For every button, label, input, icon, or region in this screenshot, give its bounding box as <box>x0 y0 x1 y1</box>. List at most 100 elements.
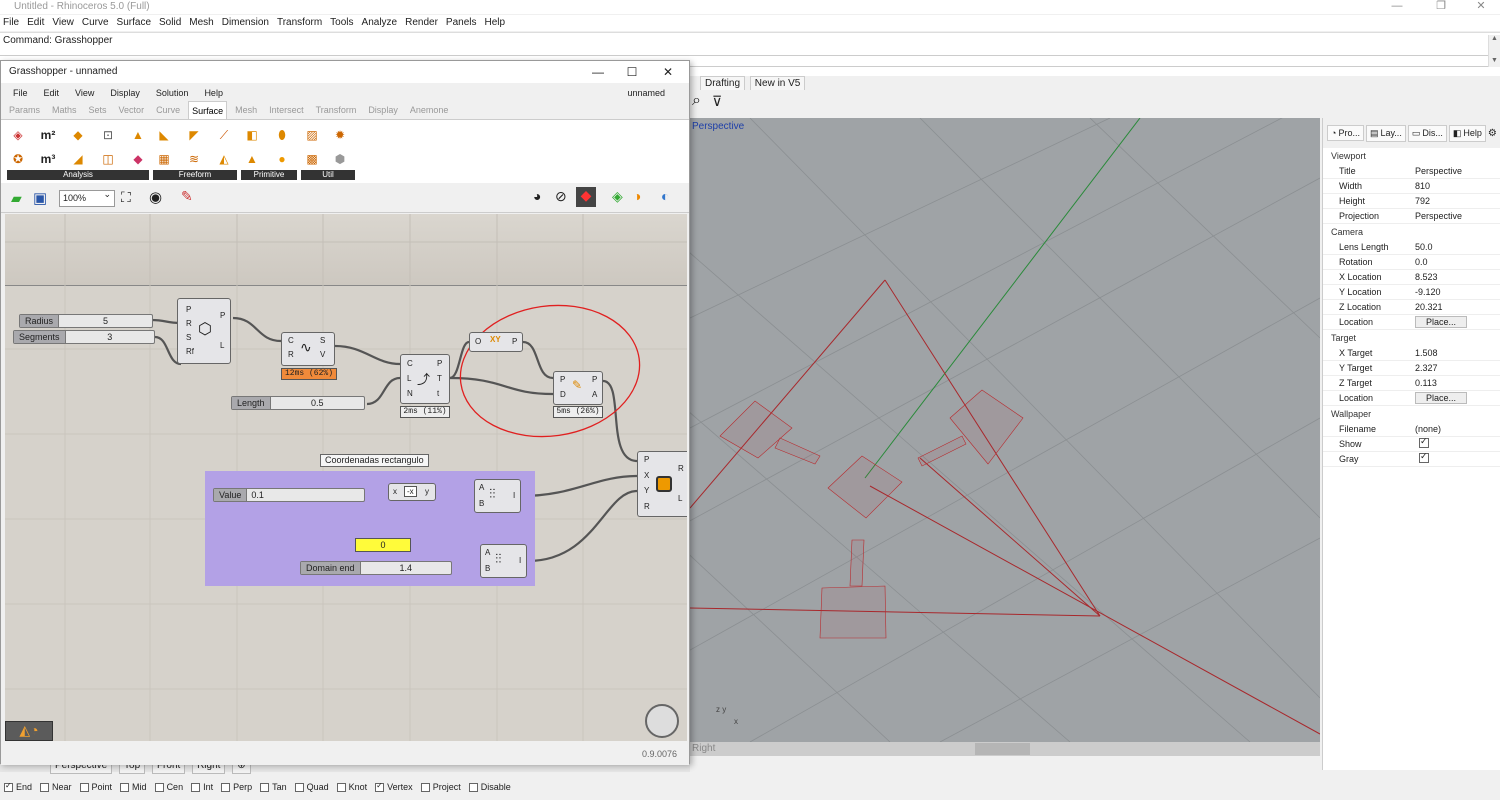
osnap-checkbox[interactable] <box>79 782 89 792</box>
gh-tab-maths[interactable]: Maths <box>52 101 77 119</box>
isotrim-icon[interactable]: ▩ <box>301 148 323 170</box>
gh-tab-curve[interactable]: Curve <box>156 101 180 119</box>
segments-slider[interactable]: Segments 3 <box>13 330 155 344</box>
gh-menu-display[interactable]: Display <box>110 85 140 101</box>
tab-layers[interactable]: ▤ Lay... <box>1365 124 1406 142</box>
zoom-select[interactable]: 100% <box>59 187 115 207</box>
gh-tab-display[interactable]: Display <box>368 101 398 119</box>
menu-tools[interactable]: Tools <box>330 15 359 31</box>
shape-icon[interactable]: ◆ <box>127 148 149 170</box>
gh-menu-view[interactable]: View <box>75 85 94 101</box>
domain-end-slider[interactable]: Domain end 1.4 <box>300 561 452 575</box>
prop-xloc-value[interactable]: 8.523 <box>1411 272 1500 282</box>
prop-projection-select[interactable]: Perspective <box>1411 211 1500 221</box>
menu-dimension[interactable]: Dimension <box>222 15 275 31</box>
divide-domain-icon[interactable]: ▨ <box>301 124 323 146</box>
osnap-tan[interactable]: Tan <box>260 782 287 792</box>
menu-help[interactable]: Help <box>485 15 512 31</box>
value-slider[interactable]: Value 0.1 <box>213 488 365 502</box>
preview-mode-icon[interactable]: ◕ <box>533 188 541 204</box>
menu-render[interactable]: Render <box>405 15 444 31</box>
tab-display[interactable]: ▭ Dis... <box>1407 124 1447 142</box>
extrude-icon[interactable]: ◤ <box>183 124 205 146</box>
osnap-checkbox[interactable] <box>191 782 201 792</box>
evaluate-icon[interactable]: ◆ <box>67 124 89 146</box>
tab-drafting[interactable]: Drafting <box>700 76 746 91</box>
osnap-knot[interactable]: Knot <box>336 782 367 792</box>
tab-help[interactable]: ◧ Help <box>1448 124 1486 142</box>
close-icon[interactable]: ✕ <box>1466 0 1496 13</box>
prop-lens-value[interactable]: 50.0 <box>1411 242 1500 252</box>
volume-icon[interactable]: m³ <box>37 148 59 170</box>
minimize-icon[interactable]: — <box>1382 0 1412 13</box>
recent-components-icon[interactable]: ◭◔ <box>5 721 53 741</box>
wireframe-icon[interactable]: ⊘ <box>555 188 567 205</box>
save-file-icon[interactable]: ▣ <box>33 189 47 207</box>
length-slider[interactable]: Length 0.5 <box>231 396 365 410</box>
gh-tab-surface[interactable]: Surface <box>188 101 228 119</box>
shaded-preview-icon[interactable]: ◆ <box>576 187 596 207</box>
viewport-right-title[interactable]: Right <box>692 743 715 754</box>
closest-point-icon[interactable]: ⊡ <box>97 124 119 146</box>
ribbon-label-primitive[interactable]: Primitive <box>241 170 297 180</box>
osnap-checkbox[interactable] <box>154 782 164 792</box>
osnap-checkbox[interactable] <box>420 782 430 792</box>
sweep-icon[interactable]: ⟋ <box>213 124 235 146</box>
camera-place-button[interactable]: Place... <box>1415 316 1468 328</box>
group-label[interactable]: Coordenadas rectangulo <box>320 454 429 467</box>
prop-yloc-value[interactable]: -9.120 <box>1411 287 1500 297</box>
dimensions-icon[interactable]: ◢ <box>67 148 89 170</box>
align-plane-component[interactable]: P D P A ✎ <box>553 371 603 405</box>
open-file-icon[interactable]: ▰ <box>11 190 22 207</box>
gh-menu-solution[interactable]: Solution <box>156 85 189 101</box>
viewport-right-thumb[interactable] <box>975 743 1030 755</box>
polygon-component[interactable]: P R S Rf P L ⬡ <box>177 298 231 364</box>
edge-surface-icon[interactable]: ≋ <box>183 148 205 170</box>
xy-plane-component[interactable]: O XY P <box>469 332 523 352</box>
gear-icon[interactable]: ⚙ <box>1488 128 1497 139</box>
gh-tab-mesh[interactable]: Mesh <box>235 101 257 119</box>
osnap-disable[interactable]: Disable <box>468 782 511 792</box>
osnap-project[interactable]: Project <box>420 782 461 792</box>
osnap-int[interactable]: Int <box>191 782 213 792</box>
menu-transform[interactable]: Transform <box>277 15 328 31</box>
maximize-icon[interactable]: ❐ <box>1426 0 1456 13</box>
rectangle-component[interactable]: P X Y R R L <box>637 451 687 517</box>
zoom-extents-icon[interactable]: ⛶ <box>121 189 131 206</box>
navigation-dial-icon[interactable] <box>645 704 679 738</box>
gh-canvas[interactable]: Coordenadas rectangulo Radius 5 Segments 3… <box>5 286 687 741</box>
osnap-checkbox[interactable] <box>294 782 304 792</box>
gh-tab-anemone[interactable]: Anemone <box>410 101 449 119</box>
prop-filename-value[interactable]: (none) <box>1411 424 1500 434</box>
scroll-up-icon[interactable]: ▲ <box>1488 35 1500 57</box>
osnap-mid[interactable]: Mid <box>120 782 147 792</box>
cap-holes-icon[interactable]: ⬢ <box>329 148 351 170</box>
show-checkbox[interactable] <box>1419 436 1429 448</box>
gh-tab-vector[interactable]: Vector <box>119 101 145 119</box>
prop-width-value[interactable]: 810 <box>1411 181 1500 191</box>
gh-menu-edit[interactable]: Edit <box>44 85 60 101</box>
sphere-icon[interactable]: ● <box>271 148 293 170</box>
cylinder-icon[interactable]: ⬮ <box>271 124 293 146</box>
osnap-checkbox[interactable] <box>336 782 346 792</box>
prop-zloc-value[interactable]: 20.321 <box>1411 302 1500 312</box>
prop-xtarget-value[interactable]: 1.508 <box>1411 348 1500 358</box>
gh-maximize-icon[interactable]: ☐ <box>615 61 649 83</box>
gh-tab-sets[interactable]: Sets <box>89 101 107 119</box>
ribbon-label-analysis[interactable]: Analysis <box>7 170 149 180</box>
osnap-vertex[interactable]: Vertex <box>375 781 413 792</box>
osnap-checkbox[interactable] <box>40 782 50 792</box>
menu-solid[interactable]: Solid <box>159 15 187 31</box>
osnap-point[interactable]: Point <box>79 782 112 792</box>
box-analysis-icon[interactable]: ◈ <box>7 124 29 146</box>
gh-document-name[interactable]: unnamed <box>627 85 665 101</box>
ribbon-label-util[interactable]: Util <box>301 170 355 180</box>
viewport-title[interactable]: Perspective <box>692 121 744 132</box>
gh-tab-intersect[interactable]: Intersect <box>269 101 304 119</box>
material-icon[interactable]: ◑ <box>633 188 641 204</box>
menu-file[interactable]: File <box>3 15 25 31</box>
deconstruct-brep-icon[interactable]: ◫ <box>97 148 119 170</box>
gh-menu-help[interactable]: Help <box>204 85 223 101</box>
scroll-down-icon[interactable]: ▼ <box>1488 57 1500 67</box>
box-icon[interactable]: ◧ <box>241 124 263 146</box>
